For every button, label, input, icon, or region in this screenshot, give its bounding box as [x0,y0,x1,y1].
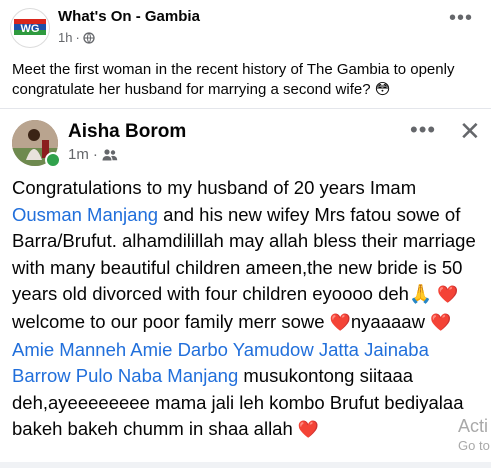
post-time[interactable]: 1h [58,30,72,45]
online-status-indicator [45,152,61,168]
inner-post-time[interactable]: 1m [68,146,89,163]
tag-ousman-manjang[interactable]: Ousman Manjang [12,204,158,225]
heart-emoji: ❤️ [430,312,452,332]
heart-emoji: ❤️ [297,420,320,440]
tag-yamudow-jatta[interactable]: Yamudow Jatta [233,339,359,360]
post-body: Congratulations to my husband of 20 year… [12,177,476,440]
inner-menu-button[interactable]: ••• [410,119,436,141]
page-name[interactable]: What's On - Gambia [58,8,200,25]
globe-icon [83,31,95,44]
activation-watermark: Acti Go to [458,416,490,453]
post-caption: Meet the first woman in the recent histo… [12,61,455,98]
tag-pulo-naba-manjang[interactable]: Pulo Naba Manjang [76,365,239,386]
post-meta: 1h · [58,30,95,45]
friends-icon [102,148,118,160]
close-icon[interactable]: ✕ [459,118,481,144]
wg-logo-icon: WG [14,19,46,35]
tag-amie-manneh[interactable]: Amie Manneh [12,339,126,360]
tag-amie-darbo[interactable]: Amie Darbo [130,339,228,360]
post-header: WG What's On - Gambia 1h · ••• [0,0,491,52]
heart-emoji: ❤️ [329,312,351,332]
heart-emoji: ❤️ [437,285,459,305]
pray-emoji: 🙏 [408,283,433,305]
svg-text:WG: WG [21,23,40,35]
shared-post-screenshot: Aisha Borom 1m · ••• ✕ Congratulations t… [0,109,491,468]
author-name[interactable]: Aisha Borom [68,121,186,143]
post-menu-button[interactable]: ••• [449,8,473,28]
page-avatar[interactable]: WG [10,8,50,48]
inner-post-meta: 1m · [68,146,118,163]
bottom-strip [0,462,491,468]
